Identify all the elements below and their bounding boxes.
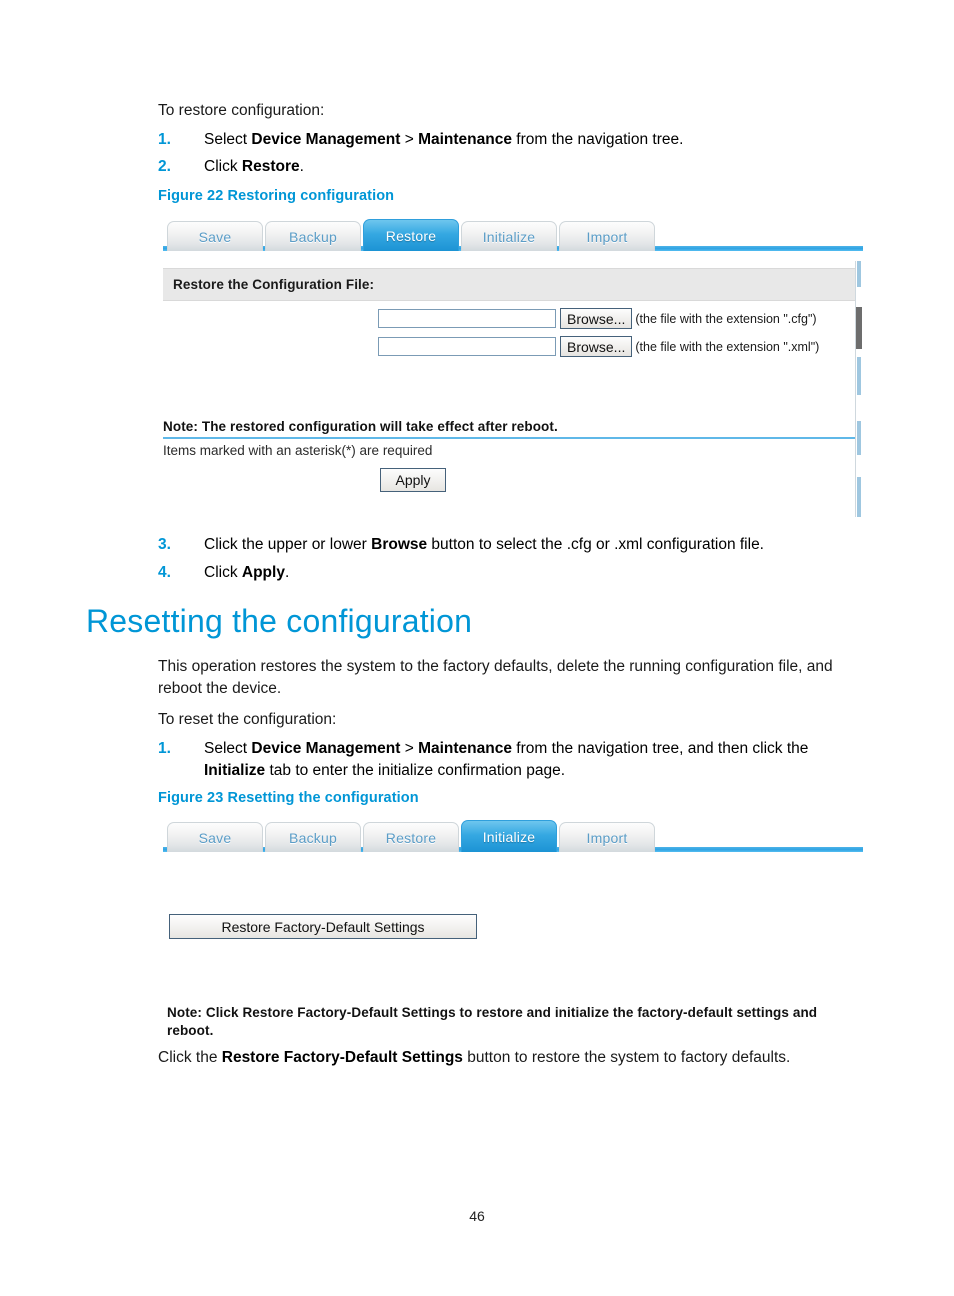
figure-23-caption: Figure 23 Resetting the configuration (158, 790, 419, 806)
procedure-step-1: 1. Select Device Management > Maintenanc… (158, 129, 870, 151)
step-text-pre: Select (204, 131, 252, 148)
step-text-bold-maintenance: Maintenance (418, 740, 512, 757)
tab-save[interactable]: Save (167, 221, 263, 251)
apply-row: Apply (163, 468, 863, 492)
tab-label: Restore (385, 227, 437, 244)
tab-label: Import (586, 228, 628, 245)
closing-pre: Click the (158, 1049, 222, 1066)
document-page: To restore configuration: 1. Select Devi… (0, 0, 954, 1296)
scrollbar-track-lower-3[interactable] (857, 477, 861, 517)
tab-label: Backup (289, 829, 337, 846)
step-number: 2. (158, 158, 171, 175)
step-text-bold-device-management: Device Management (251, 131, 401, 148)
step-number: 3. (158, 536, 171, 553)
tab-label: Save (198, 228, 232, 245)
closing-paragraph: Click the Restore Factory-Default Settin… (158, 1047, 870, 1069)
tab-label: Initialize (482, 828, 536, 845)
initialize-panel: Restore Factory-Default Settings Note: C… (163, 852, 863, 1038)
tab-import[interactable]: Import (559, 221, 655, 251)
maintenance-tab-bar: Save Backup Restore Initialize Import (163, 217, 863, 251)
step-text-bold-apply: Apply (241, 564, 285, 581)
step-text-post: button to select the .cfg or .xml config… (427, 536, 764, 553)
step-text-pre: Select (204, 740, 252, 757)
reset-description-paragraph: This operation restores the system to th… (158, 658, 833, 697)
step-text-post: from the navigation tree, and then click… (511, 740, 809, 757)
tab-restore[interactable]: Restore (363, 822, 459, 852)
tab-save[interactable]: Save (167, 822, 263, 852)
step-text-pre: Click (204, 564, 242, 581)
apply-button[interactable]: Apply (380, 468, 446, 492)
figure-22-caption: Figure 22 Restoring configuration (158, 188, 395, 204)
step-text-bold-device-management: Device Management (251, 740, 401, 757)
step-text-pre: Click the upper or lower (204, 536, 372, 553)
step-text-post-2: tab to enter the initialize confirmation… (265, 762, 565, 779)
procedure-step-3: 3. Click the upper or lower Browse butto… (158, 534, 870, 556)
initialize-note: Note: Click Restore Factory-Default Sett… (167, 1005, 818, 1038)
procedure-step-2: 2. Click Restore. (158, 156, 870, 178)
page-number: 46 (469, 1208, 485, 1224)
tab-backup[interactable]: Backup (265, 822, 361, 852)
procedure-step-4: 4. Click Apply. (158, 562, 870, 584)
step-text: Click Apply. (204, 562, 870, 584)
maintenance-tab-bar: Save Backup Restore Initialize Import (163, 818, 863, 852)
panel-spacer (163, 357, 863, 419)
xml-extension-hint: (the file with the extension ".xml") (635, 339, 820, 354)
cfg-file-row: Browse... (the file with the extension "… (163, 308, 863, 329)
tab-label: Save (198, 829, 232, 846)
step-text-post: from the navigation tree. (511, 131, 684, 148)
cfg-file-input[interactable] (378, 309, 556, 328)
step-number: 1. (158, 131, 171, 148)
step-text-bold-initialize: Initialize (204, 762, 266, 779)
restore-panel: Restore the Configuration File: Browse..… (163, 251, 863, 492)
step-text: Select Device Management > Maintenance f… (204, 129, 870, 151)
step-text-bold-restore: Restore (241, 158, 300, 175)
tab-label: Import (586, 829, 628, 846)
closing-bold-restore-factory-default-settings: Restore Factory-Default Settings (221, 1049, 463, 1066)
scrollbar-track-upper[interactable] (857, 261, 861, 287)
xml-file-input[interactable] (378, 337, 556, 356)
step-number: 4. (158, 564, 171, 581)
scrollbar-track-lower[interactable] (857, 357, 861, 395)
xml-file-row: Browse... (the file with the extension "… (163, 336, 863, 357)
tab-label: Initialize (482, 228, 536, 245)
step-text-post: . (284, 564, 290, 581)
step-text: Click the upper or lower Browse button t… (204, 534, 870, 556)
scrollbar-track-lower-2[interactable] (857, 421, 861, 455)
scrollbar-thumb[interactable] (856, 307, 862, 349)
figure-23-screenshot: Save Backup Restore Initialize Import Re… (163, 818, 863, 1038)
tab-restore[interactable]: Restore (363, 219, 459, 251)
figure-22-scrollbar[interactable] (855, 261, 863, 517)
restore-note: Note: The restored configuration will ta… (163, 419, 558, 434)
figure-22-screenshot: Save Backup Restore Initialize Import Re… (163, 217, 863, 517)
reset-procedure-step-1: 1. Select Device Management > Maintenanc… (158, 738, 870, 782)
restore-lead-in: To restore configuration: (158, 102, 325, 119)
tab-initialize[interactable]: Initialize (461, 221, 557, 251)
tab-backup[interactable]: Backup (265, 221, 361, 251)
cfg-extension-hint: (the file with the extension ".cfg") (635, 311, 817, 326)
restore-config-file-header: Restore the Configuration File: (163, 268, 863, 301)
reset-lead-in: To reset the configuration: (158, 711, 337, 728)
cfg-browse-button[interactable]: Browse... (560, 308, 633, 329)
step-text-mid: > (400, 131, 419, 148)
step-text-bold-maintenance: Maintenance (418, 131, 512, 148)
page-title-resetting-the-configuration: Resetting the configuration (86, 603, 473, 639)
restore-factory-default-settings-button[interactable]: Restore Factory-Default Settings (169, 914, 477, 939)
note-divider (163, 437, 863, 439)
step-text-post: . (299, 158, 304, 175)
step-text-mid: > (400, 740, 419, 757)
required-items-note: Items marked with an asterisk(*) are req… (163, 443, 433, 458)
tab-label: Restore (385, 829, 437, 846)
step-text-bold-browse: Browse (371, 536, 428, 553)
xml-browse-button[interactable]: Browse... (560, 336, 633, 357)
tab-initialize[interactable]: Initialize (461, 820, 557, 852)
step-text-pre: Click (204, 158, 242, 175)
tab-label: Backup (289, 228, 337, 245)
step-text: Click Restore. (204, 156, 870, 178)
step-text: Select Device Management > Maintenance f… (204, 738, 870, 782)
closing-post: button to restore the system to factory … (462, 1049, 791, 1066)
tab-import[interactable]: Import (559, 822, 655, 852)
step-number: 1. (158, 740, 171, 757)
